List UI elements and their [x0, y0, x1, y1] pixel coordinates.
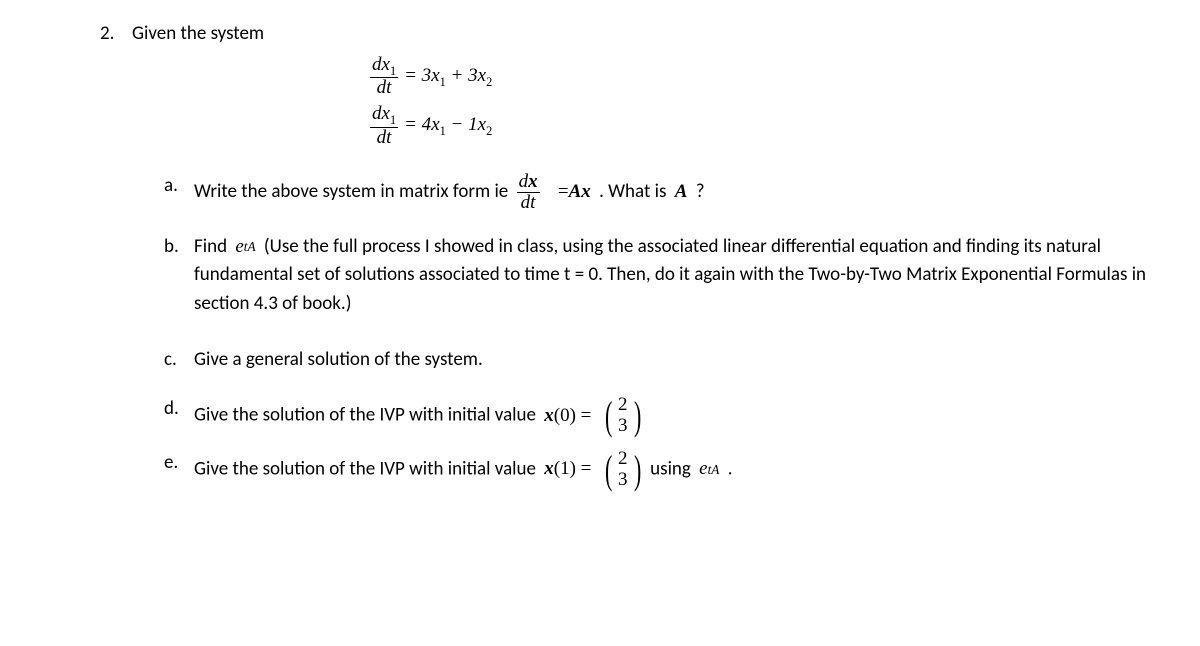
- eq1-x1: x: [431, 65, 439, 86]
- part-c-label: c.: [164, 346, 194, 375]
- part-a-Ax: Ax: [569, 178, 591, 207]
- page: 2. Given the system dx1 dt = 3x1 + 3x2 d…: [0, 0, 1200, 531]
- eq2-x1: x: [431, 114, 439, 135]
- eq1-num-sub: 1: [390, 63, 396, 77]
- equation-2: dx1 dt = 4x1 − 1x2: [370, 104, 1160, 148]
- part-e: e. Give the solution of the IVP with ini…: [164, 449, 1160, 491]
- part-a: a. Write the above system in matrix form…: [164, 172, 1160, 213]
- part-d-body: Give the solution of the IVP with initia…: [194, 395, 1160, 437]
- part-d-text1: Give the solution of the IVP with initia…: [194, 403, 540, 426]
- part-b-text1: Find: [194, 235, 231, 258]
- part-c: c. Give a general solution of the system…: [164, 346, 1160, 375]
- part-b-text2: (Use the full process I showed in class,…: [194, 235, 1146, 315]
- part-a-frac-d: d: [519, 171, 529, 192]
- eq2-x2: x: [478, 114, 486, 135]
- part-a-eq: = Ax: [558, 178, 591, 207]
- part-d-label: d.: [164, 395, 194, 424]
- eq1-num-dx: dx: [372, 54, 390, 75]
- part-b: b. Find etA (Use the full process I show…: [164, 233, 1160, 319]
- equation-1: dx1 dt = 3x1 + 3x2: [370, 55, 1160, 99]
- part-a-body: Write the above system in matrix form ie…: [194, 172, 1160, 213]
- eq2-coef1: = 4: [404, 114, 431, 135]
- part-e-text1: Give the solution of the IVP with initia…: [194, 457, 540, 480]
- part-a-frac-x: x: [528, 171, 538, 192]
- subparts: a. Write the above system in matrix form…: [164, 172, 1160, 491]
- part-d-x: x: [544, 402, 554, 431]
- right-paren-icon: ): [634, 450, 641, 490]
- part-e-v1: 2: [618, 449, 628, 470]
- part-a-eqsign: =: [558, 178, 569, 207]
- eq1-lhs-frac: dx1 dt: [370, 55, 398, 99]
- part-e-body: Give the solution of the IVP with initia…: [194, 449, 1160, 491]
- part-a-frac: dx dt: [517, 172, 546, 213]
- problem-intro: Given the system: [132, 20, 264, 49]
- eq1-plus: + 3: [446, 65, 478, 86]
- right-paren-icon: ): [634, 396, 641, 436]
- part-b-exp: tA: [244, 237, 256, 257]
- eq1-coef1: = 3: [404, 65, 431, 86]
- part-b-e: e: [235, 233, 243, 262]
- part-a-text1: Write the above system in matrix form ie: [194, 180, 513, 203]
- part-a-A: A: [675, 178, 688, 207]
- part-e-arg: (1) =: [554, 455, 592, 484]
- eq2-minus: − 1: [446, 114, 478, 135]
- part-d-v2: 3: [618, 416, 628, 437]
- eq2-num-dx: dx: [372, 103, 390, 124]
- part-e-vector: ( 2 3 ): [602, 449, 644, 491]
- eq2-s2: 2: [486, 124, 492, 138]
- part-e-exp: tA: [708, 460, 720, 480]
- eq1-s2: 2: [486, 74, 492, 88]
- eq1-den: dt: [375, 78, 394, 98]
- part-e-text2: using: [650, 457, 695, 480]
- left-paren-icon: (: [605, 396, 612, 436]
- part-a-text2: . What is: [599, 180, 671, 203]
- part-d-arg: (0) =: [554, 402, 592, 431]
- problem-heading: 2. Given the system: [100, 20, 1160, 49]
- eq2-num-sub: 1: [390, 113, 396, 127]
- problem-number: 2.: [100, 20, 132, 49]
- part-e-v2: 3: [618, 470, 628, 491]
- part-d: d. Give the solution of the IVP with ini…: [164, 395, 1160, 437]
- left-paren-icon: (: [605, 450, 612, 490]
- part-b-label: b.: [164, 233, 194, 262]
- part-b-body: Find etA (Use the full process I showed …: [194, 233, 1160, 319]
- part-d-x0: x(0) =: [544, 402, 591, 431]
- eq1-x2: x: [478, 65, 486, 86]
- part-e-etA: etA: [699, 455, 719, 484]
- part-b-etA: etA: [235, 233, 255, 262]
- part-e-e: e: [699, 455, 707, 484]
- eq2-lhs-frac: dx1 dt: [370, 104, 398, 148]
- part-a-frac-den: dt: [519, 193, 538, 213]
- part-a-q: ?: [696, 180, 705, 203]
- part-e-label: e.: [164, 449, 194, 478]
- part-d-v1: 2: [618, 395, 628, 416]
- eq2-den: dt: [375, 128, 394, 148]
- part-c-body: Give a general solution of the system.: [194, 346, 1160, 375]
- part-a-label: a.: [164, 172, 194, 201]
- part-e-x1: x(1) =: [544, 455, 591, 484]
- part-d-vector: ( 2 3 ): [602, 395, 644, 437]
- eq1-rhs: = 3x1 + 3x2: [404, 62, 492, 91]
- system-equations: dx1 dt = 3x1 + 3x2 dx1 dt = 4x1 − 1x2: [370, 55, 1160, 148]
- part-e-period: .: [728, 457, 733, 480]
- part-e-x: x: [544, 455, 554, 484]
- eq2-rhs: = 4x1 − 1x2: [404, 111, 492, 140]
